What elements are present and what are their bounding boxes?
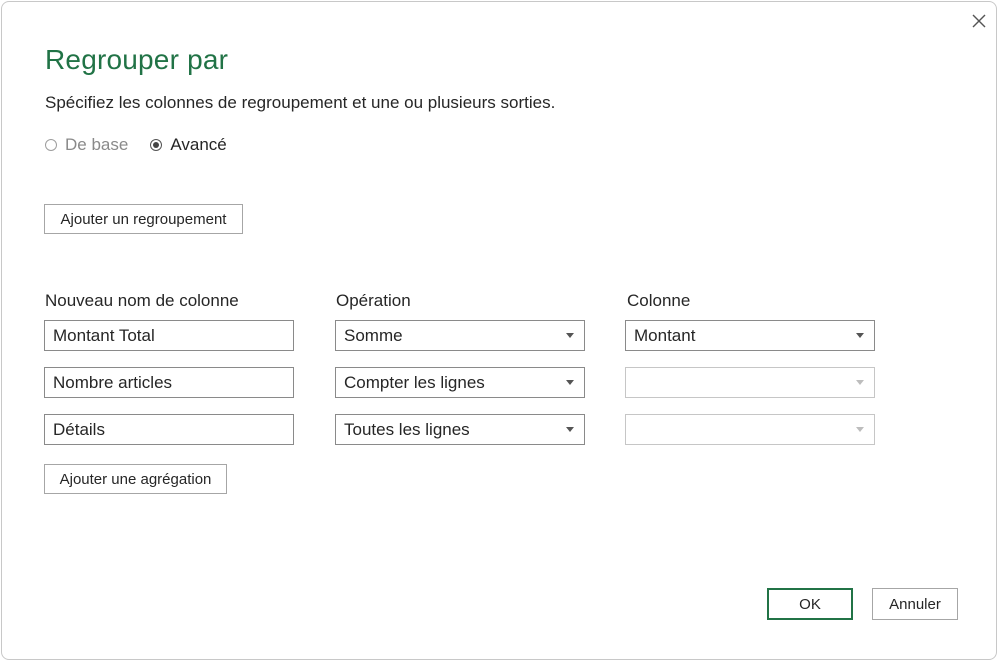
new-column-name-input[interactable]: Nombre articles <box>44 367 294 398</box>
column-select[interactable]: Montant <box>625 320 875 351</box>
operation-select-value: Toutes les lignes <box>344 420 470 439</box>
add-aggregation-button[interactable]: Ajouter une agrégation <box>44 464 227 494</box>
chevron-down-icon <box>856 380 864 385</box>
chevron-down-icon <box>566 427 574 432</box>
basic-radio-label: De base <box>65 135 129 154</box>
dialog-title: Regrouper par <box>45 44 229 75</box>
operation-select[interactable]: Somme <box>335 320 585 351</box>
new-column-name-input[interactable]: Détails <box>44 414 294 445</box>
advanced-radio-label: Avancé <box>170 135 227 154</box>
basic-radio[interactable]: De base <box>45 135 128 155</box>
chevron-down-icon <box>566 333 574 338</box>
operation-select[interactable]: Compter les lignes <box>335 367 585 398</box>
column-select-disabled <box>625 367 875 398</box>
operation-select-value: Somme <box>344 326 403 345</box>
cancel-button[interactable]: Annuler <box>872 588 958 620</box>
column-header: Colonne <box>627 291 691 310</box>
chevron-down-icon <box>856 427 864 432</box>
new-column-name-input[interactable]: Montant Total <box>44 320 294 351</box>
dialog-subtitle: Spécifiez les colonnes de regroupement e… <box>45 93 556 112</box>
chevron-down-icon <box>566 380 574 385</box>
mode-radio-group: De base Avancé <box>45 135 249 155</box>
advanced-radio[interactable]: Avancé <box>150 135 227 155</box>
chevron-down-icon <box>856 333 864 338</box>
ok-button[interactable]: OK <box>767 588 853 620</box>
group-by-dialog: Regrouper par Spécifiez les colonnes de … <box>1 1 997 660</box>
radio-unselected-icon <box>45 139 57 151</box>
add-grouping-button[interactable]: Ajouter un regroupement <box>44 204 243 234</box>
new-column-name-header: Nouveau nom de colonne <box>45 291 239 310</box>
column-select-disabled <box>625 414 875 445</box>
close-icon[interactable] <box>970 12 988 30</box>
radio-selected-icon <box>150 139 163 151</box>
operation-header: Opération <box>336 291 411 310</box>
column-select-value: Montant <box>634 326 696 345</box>
operation-select[interactable]: Toutes les lignes <box>335 414 585 445</box>
operation-select-value: Compter les lignes <box>344 373 485 392</box>
